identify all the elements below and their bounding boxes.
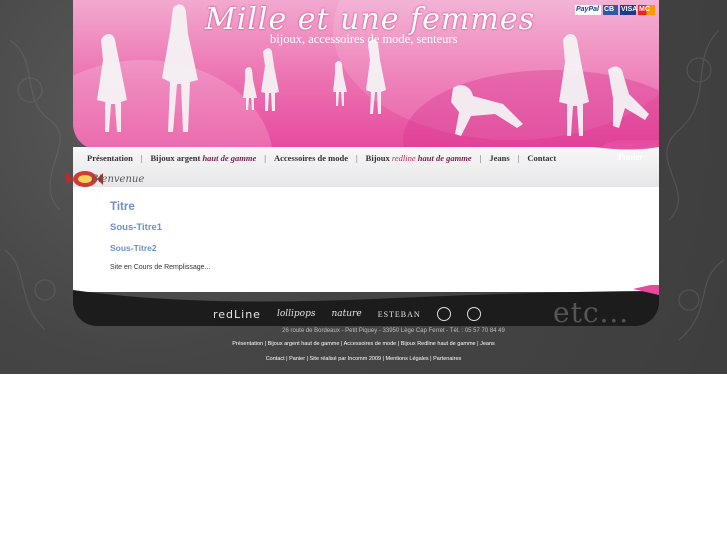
menu-item-bijoux-argent[interactable]: Bijoux argent haut de gamme	[151, 153, 257, 163]
brand-redline-logo[interactable]: redLine	[213, 308, 261, 321]
cb-card-logo: CB	[603, 4, 618, 15]
brand-esteban-logo[interactable]: ESTEBAN	[378, 310, 421, 319]
content-subtitle-2: Sous-Titre2	[110, 243, 157, 253]
redline-logo-small: redline	[391, 153, 416, 163]
content-subtitle-1: Sous-Titre1	[110, 222, 163, 233]
visa-card-logo: VISA	[620, 4, 638, 15]
header-banner: Mille et une femmes bijoux, accessoires …	[73, 0, 659, 150]
etc-decoration: etc...	[553, 296, 630, 329]
menu-separator: |	[264, 153, 266, 163]
right-floral-decoration	[666, 29, 725, 341]
brand-lollipops-logo[interactable]: lollipops	[277, 309, 316, 319]
brand-crest-icon[interactable]	[436, 307, 451, 321]
payment-logos: PayPal CB VISA MC	[575, 4, 655, 15]
partner-brands: redLine lollipops nature ESTEBAN	[213, 303, 481, 325]
footer-links-primary[interactable]: Présentation | Bijoux argent haut de gam…	[0, 341, 727, 347]
menu-item-label: Bijoux	[365, 153, 390, 163]
site-frame: Mille et une femmes bijoux, accessoires …	[65, 0, 659, 329]
menu-item-label-accent: haut de gamme	[417, 153, 472, 163]
main-content	[73, 187, 659, 292]
menu-separator: |	[355, 153, 358, 163]
menu-separator: |	[479, 153, 482, 163]
paypal-logo: PayPal	[575, 4, 601, 15]
site-tagline: bijoux, accessoires de mode, senteurs	[270, 32, 458, 46]
brand-emblem-icon[interactable]	[466, 307, 481, 321]
menu-item-accessoires[interactable]: Accessoires de mode	[274, 153, 348, 163]
mastercard-logo: MC	[638, 4, 655, 15]
footer-address: 26 route de Bordeaux - Petit Piquey - 33…	[282, 328, 505, 334]
bienvenue-badge: Bienvenue	[63, 161, 159, 191]
content-title: Titre	[110, 201, 135, 213]
menu-item-bijoux-redline[interactable]: Bijoux redline haut de gamme	[366, 153, 472, 163]
content-body: Site en Cours de Remplissage...	[110, 264, 211, 271]
menu-item-contact[interactable]: Contact	[527, 153, 556, 163]
brand-nature-logo[interactable]: nature	[331, 309, 361, 319]
menu-separator: |	[517, 153, 520, 163]
page: Mille et une femmes bijoux, accessoires …	[0, 0, 727, 545]
panier-link[interactable]: Panier	[618, 152, 643, 162]
footer-links-secondary[interactable]: Contact | Panier | Site réalisé par Inco…	[0, 356, 727, 362]
bienvenue-label: Bienvenue	[91, 174, 145, 185]
menu-item-jeans[interactable]: Jeans	[489, 153, 509, 163]
menu-item-label-accent: haut de gamme	[202, 153, 257, 163]
